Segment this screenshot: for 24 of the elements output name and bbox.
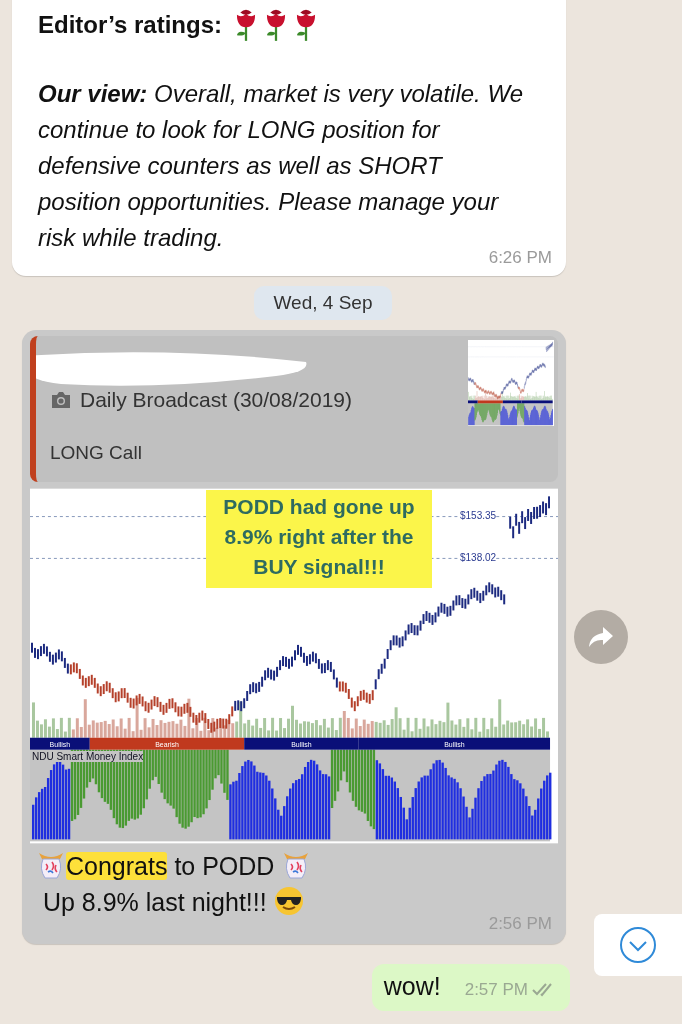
message-time: 2:57 PM [464,980,528,1000]
confetti-ball-icon [36,850,66,880]
indicator-title: NDU Smart Money Index [32,751,144,762]
message-text: wow! [383,972,441,1001]
message-text: to PODD [173,852,276,880]
message-text: Our view: Overall, market is very volatile. We continue to look for LONG position for defensive counters as well as SHORT position opportunities. Please manage your risk while trading. [38,79,524,251]
quote-text: LONG Call [50,442,143,464]
price-label: $138.02 [460,552,497,563]
message-text: night!!! [191,888,268,916]
chevron-down-icon [618,925,658,965]
message-time: 6:26 PM [488,248,552,267]
forward-button[interactable] [574,610,628,664]
forward-arrow-icon [588,626,614,648]
price-label: $153.35 [460,510,497,521]
date-divider: Wed, 4 Sep [253,286,393,320]
highlighted-text: Congrats [66,852,168,880]
scroll-down-button[interactable] [594,914,682,976]
quoted-message[interactable]: Daily Broadcast (30/08/2019) LONG Call [30,336,558,482]
message-text: Up 8.9% last [41,888,186,916]
callout-text: PODD had gone up 8.9% right after the BUY signal!!! [206,490,432,588]
sunglasses-face-icon [273,886,304,916]
quote-caption: Daily Broadcast (30/08/2019) [80,388,352,412]
camera-icon [50,391,72,409]
ratings-label: Editor’s ratings: [38,11,223,39]
